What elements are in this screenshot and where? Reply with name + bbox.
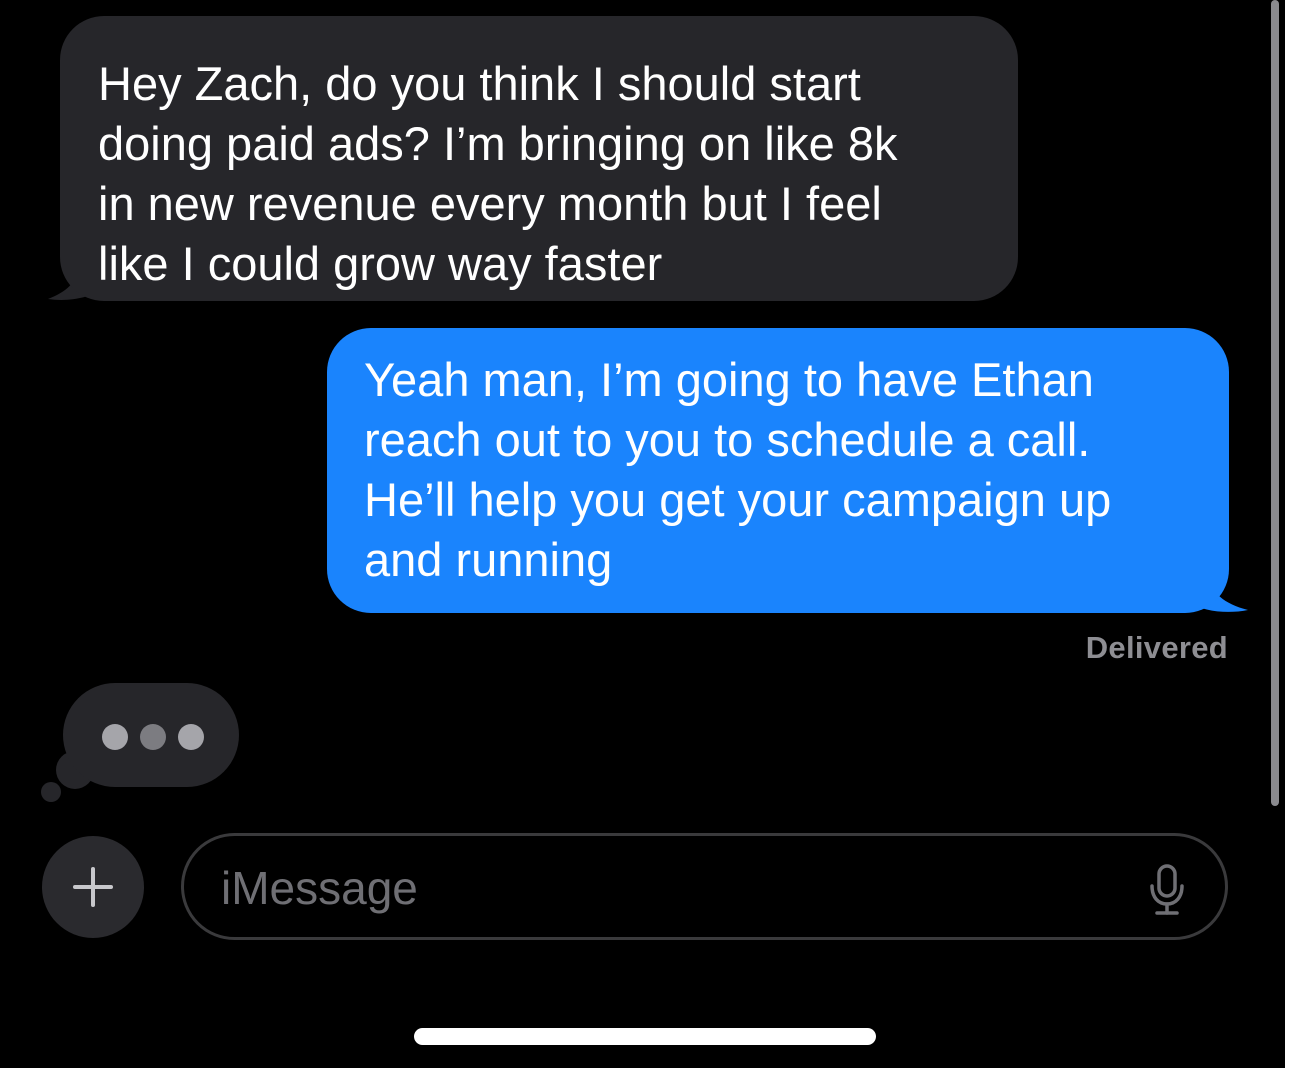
message-line: reach out to you to schedule a call. [364, 413, 1091, 466]
typing-dot [140, 724, 166, 750]
message-line: and running [364, 533, 613, 586]
outgoing-message-bubble[interactable]: Yeah man, I’m going to have Ethan reach … [327, 328, 1229, 613]
message-input[interactable]: iMessage [181, 833, 1228, 940]
microphone-icon[interactable] [1147, 864, 1187, 916]
add-attachment-button[interactable] [42, 836, 144, 938]
message-line: doing paid ads? I’m bringing on like 8k [98, 117, 898, 170]
home-indicator[interactable] [414, 1028, 876, 1045]
typing-indicator-tail-dot [41, 782, 61, 802]
typing-dot [178, 724, 204, 750]
delivered-status: Delivered [1085, 630, 1228, 665]
message-line: in new revenue every month but I feel [98, 177, 882, 230]
scrollbar[interactable] [1271, 0, 1279, 806]
window-edge [1285, 0, 1290, 1068]
message-line: like I could grow way faster [98, 237, 663, 290]
message-line: He’ll help you get your campaign up [364, 473, 1112, 526]
message-input-placeholder: iMessage [221, 862, 418, 914]
message-line: Yeah man, I’m going to have Ethan [364, 353, 1094, 406]
plus-icon [73, 867, 113, 907]
typing-dot [102, 724, 128, 750]
message-line: Hey Zach, do you think I should start [98, 57, 861, 110]
incoming-message-bubble[interactable]: Hey Zach, do you think I should start do… [60, 16, 1018, 301]
